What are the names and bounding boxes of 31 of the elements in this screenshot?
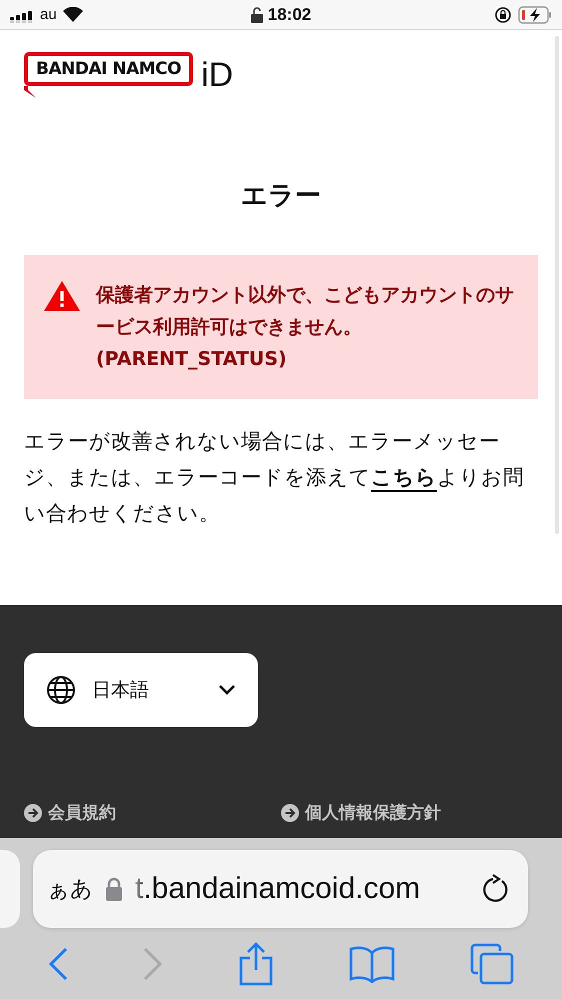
back-button[interactable] (48, 946, 68, 980)
page-title: エラー (240, 180, 322, 213)
language-select[interactable]: 日本語 (24, 653, 258, 727)
footer-link[interactable]: 個人情報保護方針 (281, 801, 538, 824)
chevron-down-icon (218, 684, 236, 696)
lock-icon (250, 6, 263, 22)
carrier-label: au (40, 6, 57, 23)
tab-preview[interactable] (0, 850, 20, 928)
battery-icon (518, 6, 552, 24)
help-text: エラーが改善されない場合には、エラーメッセージ、または、エラーコードを添えて こちら よりお問い合わせください。 (24, 428, 524, 527)
address-bar[interactable]: ぁあ t.bandainamcoid.com (33, 850, 528, 928)
arrow-right-icon (24, 804, 42, 822)
logo-suffix: iD (201, 58, 234, 92)
rotation-lock-icon (494, 6, 512, 24)
text-size-button[interactable]: ぁあ (47, 874, 93, 904)
clock: 18:02 (250, 4, 312, 24)
bookmarks-button[interactable] (349, 944, 396, 982)
contact-link[interactable]: こちら (371, 465, 437, 489)
tabs-button[interactable] (470, 942, 514, 984)
footer-link[interactable]: 会員規約 (24, 801, 281, 824)
lock-icon (105, 877, 123, 901)
wifi-icon (62, 7, 83, 22)
warning-icon (44, 281, 80, 311)
url-text: t.bandainamcoid.com (135, 872, 422, 906)
brand-logo: BANDAI NAMCO (24, 52, 194, 98)
reload-icon[interactable] (482, 874, 510, 904)
error-code: (PARENT_STATUS) (96, 347, 288, 372)
arrow-right-icon (281, 804, 299, 822)
error-message: 保護者アカウント以外で、こどもアカウントのサービス利用許可はできません。 (96, 283, 515, 340)
share-button[interactable] (238, 942, 274, 986)
globe-icon (46, 675, 76, 705)
